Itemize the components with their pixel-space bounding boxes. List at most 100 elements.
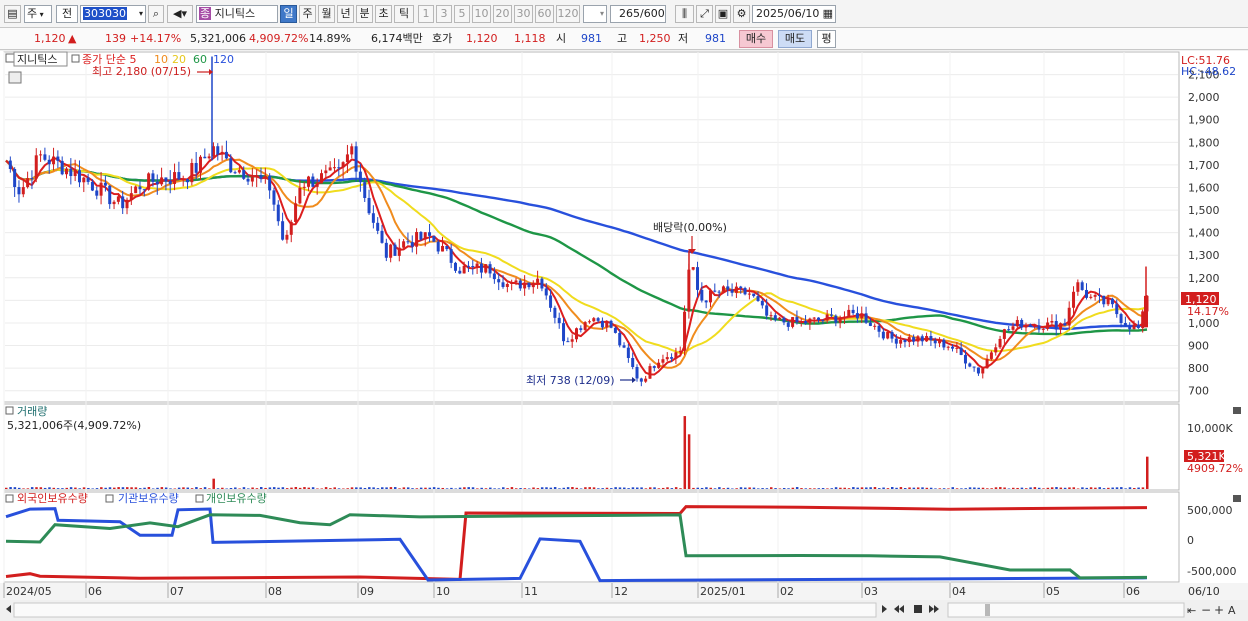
unit-5[interactable]: 5 xyxy=(454,5,470,23)
period-type-select[interactable]: 주 ▾ xyxy=(24,5,52,23)
candle-body xyxy=(177,172,181,180)
candle-body xyxy=(168,181,172,184)
candle-body xyxy=(773,315,777,320)
volume-bar xyxy=(1115,487,1119,489)
volume-bar xyxy=(1063,487,1067,489)
unit-3[interactable]: 3 xyxy=(436,5,452,23)
candle-body xyxy=(462,265,466,274)
candle-body xyxy=(1007,329,1011,331)
unit-dropdown[interactable]: ▾ xyxy=(583,5,607,23)
price-tick-label: 1,300 xyxy=(1188,249,1220,262)
candle-body xyxy=(925,336,929,342)
candle-body xyxy=(311,176,315,187)
volume-bar xyxy=(571,487,574,489)
stock-chart[interactable]: 2,1002,0001,9001,8001,7001,6001,5001,400… xyxy=(0,51,1248,621)
zoom-in-icon[interactable]: ⇤ xyxy=(1187,604,1196,617)
volume-bar xyxy=(545,487,548,489)
chart-area[interactable]: 2,100 2,000 1,900 1,800 1,700 1,600 1,500 1,400… xyxy=(0,51,1248,621)
speaker-icon[interactable]: ◀▾ xyxy=(167,5,193,23)
x-axis-label: 08 xyxy=(268,585,282,598)
volume-bar xyxy=(39,487,43,489)
interval-year[interactable]: 년 xyxy=(337,5,354,23)
candle-body xyxy=(34,155,38,179)
candle-body xyxy=(700,289,704,301)
interval-minute[interactable]: 분 xyxy=(356,5,373,23)
volume-bar xyxy=(151,488,155,489)
table-icon[interactable] xyxy=(8,71,22,84)
candle-body xyxy=(976,367,980,374)
auto-scale-icon[interactable]: A xyxy=(1228,604,1236,617)
zoom-slider-handle[interactable] xyxy=(985,604,990,616)
candle-body xyxy=(600,320,604,328)
price-tick-label: 1,500 xyxy=(1188,204,1220,217)
interval-day[interactable]: 일 xyxy=(280,5,297,23)
save-icon[interactable]: ▣ xyxy=(715,5,731,23)
candle-body xyxy=(596,318,600,321)
x-axis-label: 05 xyxy=(1046,585,1060,598)
candle-body xyxy=(121,196,125,209)
candle-body xyxy=(233,172,237,174)
candle-body xyxy=(994,347,998,353)
unit-60[interactable]: 60 xyxy=(535,5,554,23)
chart-type-icon[interactable]: ▤ xyxy=(4,5,21,23)
volume-bar xyxy=(990,488,993,489)
unit-1[interactable]: 1 xyxy=(418,5,434,23)
volume-bar xyxy=(964,488,967,489)
interval-second[interactable]: 초 xyxy=(375,5,392,23)
candle-body xyxy=(259,175,263,179)
candle-body xyxy=(1067,307,1071,326)
unit-120[interactable]: 120 xyxy=(556,5,580,23)
calendar-icon[interactable]: ▦ xyxy=(823,6,835,22)
volume-bar xyxy=(592,487,596,489)
interval-tick[interactable]: 틱 xyxy=(394,5,414,23)
candle-body xyxy=(726,286,730,290)
volume-bar xyxy=(696,487,700,489)
volume-bar xyxy=(782,487,786,489)
volume-bar xyxy=(908,487,911,489)
unit-20[interactable]: 20 xyxy=(493,5,512,23)
volume-bar xyxy=(925,487,929,489)
sell-button[interactable]: 매도 xyxy=(778,30,812,48)
stop-icon[interactable] xyxy=(914,605,922,613)
search-icon[interactable]: ⌕ xyxy=(148,5,164,23)
stock-code-input[interactable]: 303030 ▾ xyxy=(80,5,146,23)
volume-bar xyxy=(601,488,604,489)
volume-bar xyxy=(1037,487,1041,489)
volume-bar xyxy=(1098,487,1101,489)
volume-panel-close-icon[interactable] xyxy=(1233,407,1241,414)
candle-body xyxy=(155,181,159,185)
volume-bar xyxy=(229,487,233,489)
candle-body xyxy=(946,346,950,348)
stock-name-field[interactable]: 종 지니틱스 xyxy=(196,5,278,23)
unit-30[interactable]: 30 xyxy=(514,5,533,23)
candle-body xyxy=(652,366,656,368)
horizontal-scrollbar[interactable] xyxy=(13,602,877,618)
zoom-plus-icon[interactable]: + xyxy=(1214,603,1224,617)
candle-body xyxy=(1136,324,1140,329)
buy-button[interactable]: 매수 xyxy=(739,30,773,48)
volume-bar xyxy=(264,487,267,489)
date-field[interactable]: 2025/06/10 ▦ xyxy=(752,5,836,23)
draw-tool-icon[interactable]: ⤢ xyxy=(696,5,713,23)
candle-body xyxy=(73,170,77,177)
volume-bar xyxy=(973,487,976,489)
count-field[interactable]: 265/600 xyxy=(610,5,666,23)
x-axis-label: 02 xyxy=(780,585,794,598)
volume-bar xyxy=(605,487,609,489)
candle-icon[interactable]: ⫼ xyxy=(675,5,694,23)
candle-body xyxy=(272,190,276,205)
interval-month[interactable]: 월 xyxy=(318,5,335,23)
volume-bar xyxy=(324,487,328,489)
eval-button[interactable]: 평 xyxy=(817,30,836,48)
gear-icon[interactable]: ⚙ xyxy=(733,5,750,23)
unit-10[interactable]: 10 xyxy=(472,5,491,23)
zoom-slider[interactable] xyxy=(947,602,1185,618)
zoom-minus-icon[interactable]: − xyxy=(1201,603,1211,617)
interval-week[interactable]: 주 xyxy=(299,5,316,23)
volume-bar xyxy=(1081,487,1084,489)
volume-bar xyxy=(731,488,734,489)
holding-panel-close-icon[interactable] xyxy=(1233,495,1241,502)
candle-body xyxy=(30,178,34,180)
candle-body xyxy=(220,151,224,155)
market-select[interactable]: 전 xyxy=(56,5,78,23)
